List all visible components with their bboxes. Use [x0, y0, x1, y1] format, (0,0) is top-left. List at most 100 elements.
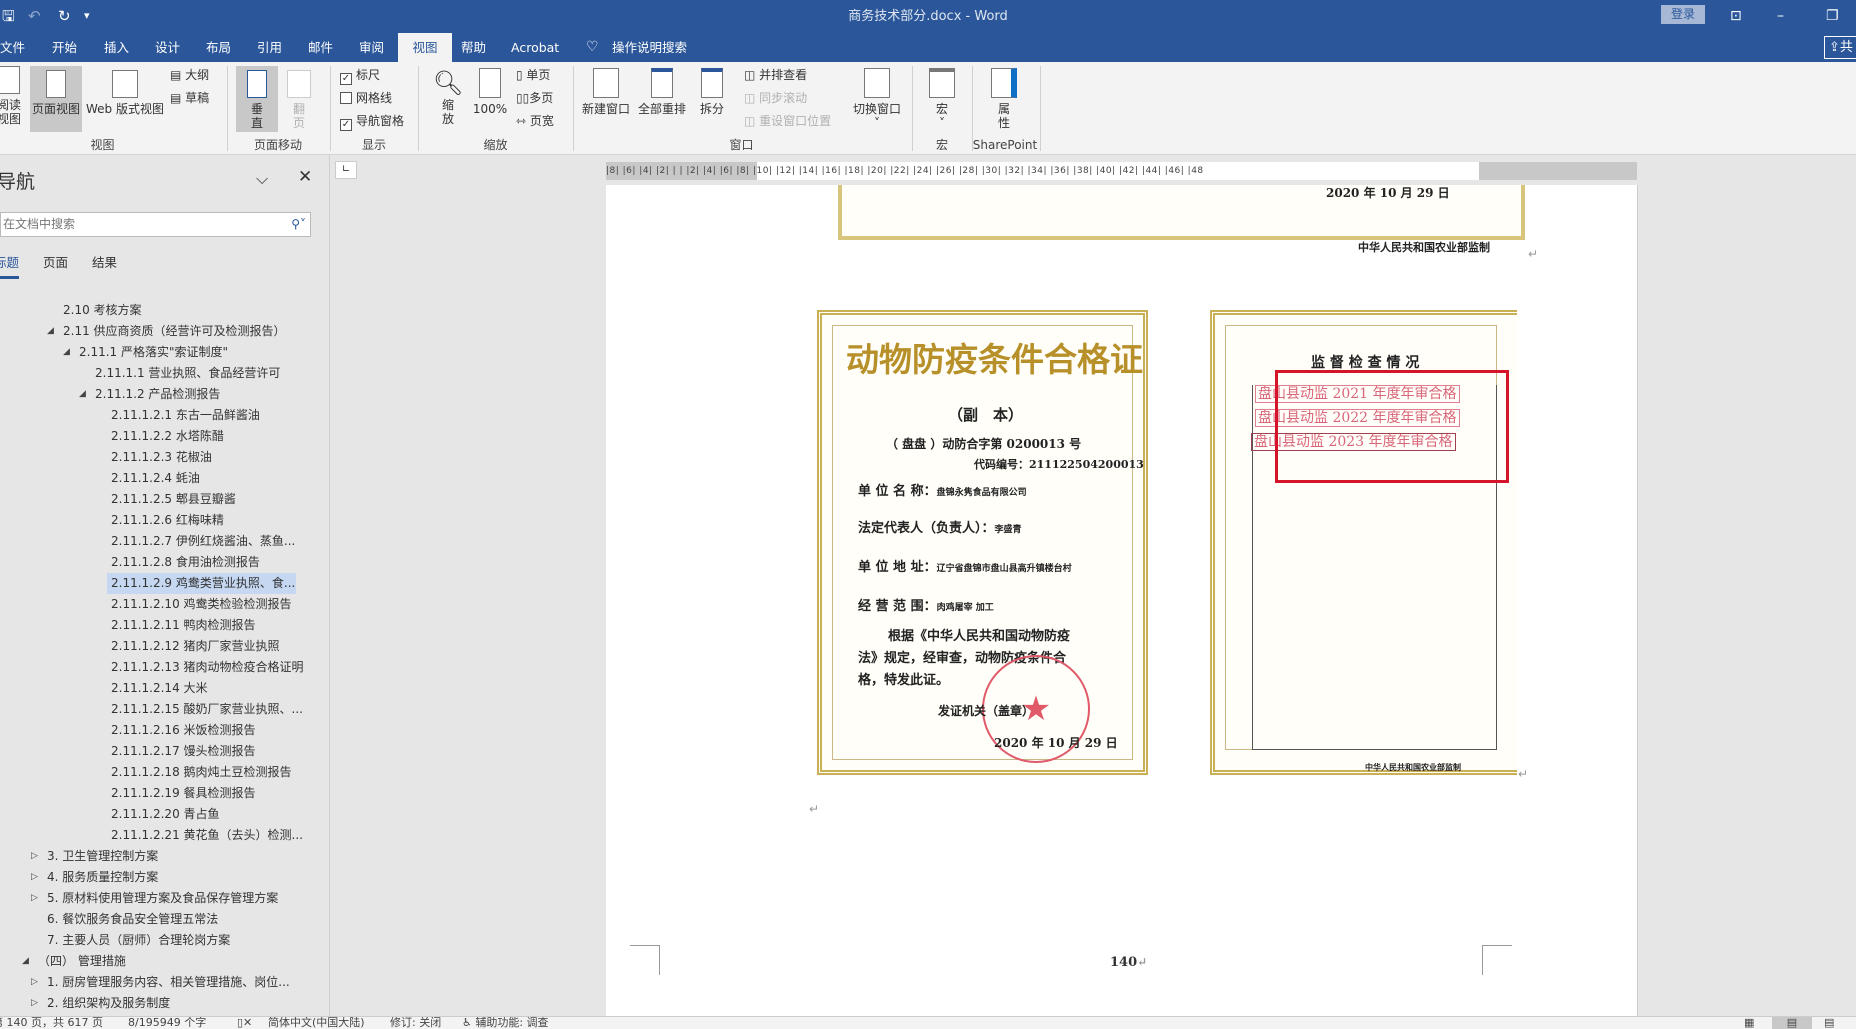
nav-heading-item[interactable]: ▷ 1. 厨房管理服务内容、相关管理措施、岗位...: [0, 972, 330, 993]
collapse-triangle-icon[interactable]: ◢: [63, 342, 70, 363]
page-count[interactable]: 第 140 页，共 617 页: [0, 1017, 103, 1029]
nav-heading-item[interactable]: 2.11.1.2.8 食用油检测报告: [0, 552, 330, 573]
nav-heading-item[interactable]: ▷ 5. 原材料使用管理方案及食品保存管理方案: [0, 888, 330, 909]
nav-heading-item[interactable]: 2.11.1.2.17 馒头检测报告: [0, 741, 330, 762]
nav-heading-item[interactable]: ▷ 2. 组织架构及服务制度: [0, 993, 330, 1014]
tab-pages[interactable]: 页面: [43, 255, 68, 279]
nav-heading-item[interactable]: 2.11.1.2.1 东古一品鲜酱油: [0, 405, 330, 426]
track-changes-status[interactable]: 修订: 关闭: [390, 1017, 441, 1029]
arrange-all-button[interactable]: 全部重排: [636, 68, 688, 116]
restore-icon[interactable]: ❐: [1826, 7, 1839, 25]
word-count[interactable]: 8/195949 个字: [128, 1017, 206, 1029]
login-button[interactable]: 登录: [1661, 5, 1705, 24]
split-button[interactable]: 拆分: [692, 68, 732, 116]
tab-references[interactable]: 引用: [251, 33, 288, 62]
properties-button[interactable]: 属 性: [984, 68, 1024, 130]
close-icon[interactable]: ✕: [298, 169, 312, 187]
outline-button[interactable]: ▤ 大纲: [170, 68, 209, 82]
nav-heading-item[interactable]: 2.11.1.2.20 青占鱼: [0, 804, 330, 825]
print-layout-button[interactable]: 页面视图: [30, 66, 82, 132]
collapse-triangle-icon[interactable]: ◢: [79, 384, 86, 405]
nav-heading-item[interactable]: 6. 餐饮服务食品安全管理五常法: [0, 909, 330, 930]
nav-heading-item[interactable]: ◢ （四） 管理措施: [0, 951, 330, 972]
nav-heading-item[interactable]: 2.11.1.2.19 餐具检测报告: [0, 783, 330, 804]
expand-triangle-icon[interactable]: ▷: [31, 867, 38, 888]
nav-heading-item[interactable]: ◢ 2.11.1 严格落实"索证制度": [0, 342, 330, 363]
nav-heading-item[interactable]: 2.11.1.1 营业执照、食品经营许可: [0, 363, 330, 384]
proofing-icon[interactable]: ▯✕: [237, 1017, 252, 1029]
ruler-checkbox[interactable]: ✓ 标尺: [340, 68, 380, 85]
search-input[interactable]: 在文档中搜索 ⚲˅: [0, 212, 311, 237]
ribbon-display-icon[interactable]: ⊡: [1730, 7, 1742, 25]
nav-heading-item[interactable]: 2.11.1.2.2 水塔陈醋: [0, 426, 330, 447]
page-width-button[interactable]: ⇿ 页宽: [516, 114, 554, 128]
tab-help[interactable]: 帮助: [455, 33, 492, 62]
tab-acrobat[interactable]: Acrobat: [505, 33, 565, 62]
nav-heading-item[interactable]: 2.11.1.2.16 米饭检测报告: [0, 720, 330, 741]
nav-heading-item[interactable]: 2.11.1.2.3 花椒油: [0, 447, 330, 468]
gridlines-checkbox[interactable]: 网格线: [340, 91, 392, 105]
tab-results[interactable]: 结果: [92, 255, 117, 279]
nav-heading-item[interactable]: 7. 主要人员（厨师）合理轮岗方案: [0, 930, 330, 951]
nav-heading-item[interactable]: 2.11.1.2.15 酸奶厂家营业执照、...: [0, 699, 330, 720]
nav-heading-item[interactable]: 2.11.1.2.21 黄花鱼（去头）检测...: [0, 825, 330, 846]
nav-heading-item[interactable]: 2.11.1.2.12 猪肉厂家营业执照: [0, 636, 330, 657]
search-icon[interactable]: ⚲˅: [291, 216, 306, 233]
nav-heading-label: 2.11.1.2.10 鸡鸯类检验检测报告: [111, 597, 292, 611]
web-layout-button[interactable]: Web 版式视图: [84, 70, 166, 116]
multiple-pages-button[interactable]: ▯▯多页: [516, 91, 553, 105]
tell-me-search[interactable]: 操作说明搜索: [606, 33, 693, 62]
tab-mailings[interactable]: 邮件: [302, 33, 339, 62]
read-mode-view-icon[interactable]: ▦: [1744, 1017, 1754, 1029]
print-layout-view-icon[interactable]: ▤: [1772, 1017, 1812, 1029]
zoom-button[interactable]: 🔍︎ 缩 放: [428, 68, 468, 126]
tab-selector[interactable]: ∟: [335, 161, 357, 179]
expand-triangle-icon[interactable]: ▷: [31, 846, 38, 867]
navigation-pane-checkbox[interactable]: ✓ 导航窗格: [340, 114, 404, 131]
nav-heading-item[interactable]: ◢ 2.11 供应商资质（经营许可及检测报告）: [0, 321, 330, 342]
nav-heading-item[interactable]: 2.11.1.2.18 鹅肉炖土豆检测报告: [0, 762, 330, 783]
new-window-button[interactable]: 新建窗口: [580, 68, 632, 116]
nav-heading-item[interactable]: 2.11.1.2.11 鸭肉检测报告: [0, 615, 330, 636]
tab-review[interactable]: 审阅: [353, 33, 390, 62]
nav-heading-item[interactable]: 2.11.1.2.5 郫县豆瓣酱: [0, 489, 330, 510]
nav-heading-item[interactable]: 2.11.1.2.13 猪肉动物检疫合格证明: [0, 657, 330, 678]
nav-heading-item[interactable]: ▷ 4. 服务质量控制方案: [0, 867, 330, 888]
nav-heading-item[interactable]: 2.11.1.2.4 蚝油: [0, 468, 330, 489]
view-side-by-side-button[interactable]: ◫ 并排查看: [744, 68, 807, 82]
nav-heading-item[interactable]: 2.11.1.2.10 鸡鸯类检验检测报告: [0, 594, 330, 615]
expand-triangle-icon[interactable]: ▷: [31, 972, 38, 993]
nav-heading-item[interactable]: 2.11.1.2.9 鸡鸯类营业执照、食...: [107, 573, 296, 594]
draft-button[interactable]: ▤ 草稿: [170, 91, 209, 105]
tab-home[interactable]: 开始: [46, 33, 83, 62]
tab-headings[interactable]: 标题: [0, 255, 20, 279]
collapse-triangle-icon[interactable]: ◢: [47, 321, 54, 342]
collapse-triangle-icon[interactable]: ◢: [22, 951, 29, 972]
expand-triangle-icon[interactable]: ▷: [31, 888, 38, 909]
nav-heading-item[interactable]: 2.11.1.2.6 红梅味精: [0, 510, 330, 531]
minimize-icon[interactable]: –: [1777, 7, 1784, 25]
share-button[interactable]: ⇪共: [1824, 36, 1856, 59]
tab-insert[interactable]: 插入: [98, 33, 135, 62]
nav-heading-item[interactable]: ◢ 2.11.1.2 产品检测报告: [0, 384, 330, 405]
expand-triangle-icon[interactable]: ▷: [31, 993, 38, 1014]
chevron-down-icon[interactable]: ⌵: [256, 171, 268, 189]
one-page-button[interactable]: ▯ 单页: [516, 68, 550, 82]
tab-view[interactable]: 视图: [398, 33, 452, 62]
tab-design[interactable]: 设计: [149, 33, 186, 62]
vertical-button[interactable]: 垂 直: [236, 66, 278, 132]
tab-file[interactable]: 文件: [0, 33, 31, 62]
accessibility-status[interactable]: ♿ 辅助功能: 调查: [462, 1017, 549, 1029]
nav-heading-item[interactable]: 2.11.1.2.7 伊例红烧酱油、蒸鱼...: [0, 531, 330, 552]
switch-windows-button[interactable]: 切换窗口 ˅: [848, 68, 906, 130]
tab-layout[interactable]: 布局: [200, 33, 237, 62]
web-layout-view-icon[interactable]: ▤: [1824, 1017, 1834, 1029]
macros-button[interactable]: 宏 ˅: [920, 68, 964, 130]
nav-heading-item[interactable]: ▷ 3. 卫生管理控制方案: [0, 846, 330, 867]
nav-heading-item[interactable]: 2.10 考核方案: [0, 300, 330, 321]
nav-heading-item[interactable]: 2.11.1.2.14 大米: [0, 678, 330, 699]
read-mode-button[interactable]: 阅读 视图: [0, 66, 24, 126]
language-status[interactable]: 简体中文(中国大陆): [268, 1017, 365, 1029]
zoom-100-button[interactable]: 100%: [470, 68, 510, 116]
accessibility-icon: ♿: [462, 1016, 476, 1029]
